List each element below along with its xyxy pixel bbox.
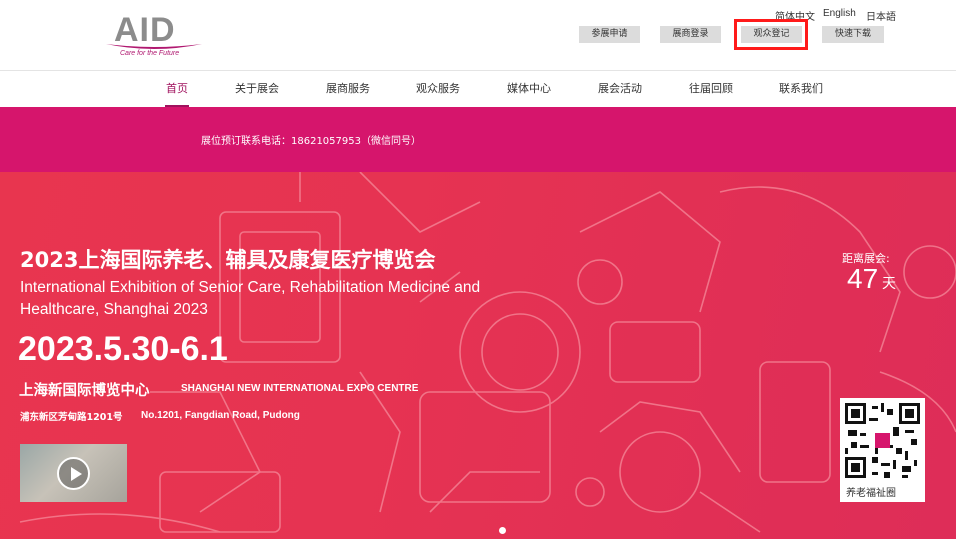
exhibitor-apply-button[interactable]: 参展申请	[579, 26, 640, 43]
logo-tagline: Care for the Future	[120, 50, 180, 57]
venue-cn: 上海新国际博览中心	[19, 383, 150, 399]
nav-past-review[interactable]: 往届回顾	[689, 80, 733, 96]
nav-home[interactable]: 首页	[166, 80, 188, 96]
site-header: AID Care for the Future 简体中文 English 日本語…	[0, 0, 956, 70]
exhibition-title-en: International Exhibition of Senior Care,…	[20, 279, 481, 318]
address-cn: 浦东新区芳甸路1201号	[20, 412, 123, 423]
countdown-days: 47	[847, 263, 879, 294]
qr-caption: 养老福祉圈	[846, 488, 896, 499]
contact-banner: 展位预订联系电话：18621057953（微信同号）	[0, 107, 956, 172]
exhibitor-login-button[interactable]: 展商登录	[660, 26, 721, 43]
slider-dot[interactable]	[499, 527, 506, 534]
lang-english[interactable]: English	[823, 8, 856, 19]
highlight-box	[734, 19, 808, 50]
play-icon[interactable]	[57, 457, 90, 490]
qr-code-icon	[845, 403, 920, 478]
aid-logo[interactable]: AID Care for the Future	[104, 12, 204, 58]
quick-download-button[interactable]: 快速下载	[822, 26, 884, 43]
lang-japanese[interactable]: 日本語	[866, 8, 896, 23]
nav-events[interactable]: 展会活动	[598, 80, 642, 96]
nav-exhibitor-services[interactable]: 展商服务	[326, 80, 370, 96]
wechat-qr-card: 养老福祉圈	[840, 398, 925, 502]
main-nav: 首页 关于展会 展商服务 观众服务 媒体中心 展会活动 往届回顾 联系我们	[0, 70, 956, 107]
exhibition-title-cn: 2023上海国际养老、辅具及康复医疗博览会	[20, 248, 436, 272]
exhibition-dates: 2023.5.30-6.1	[18, 330, 228, 368]
nav-media-center[interactable]: 媒体中心	[507, 80, 551, 96]
address-en: No.1201, Fangdian Road, Pudong	[141, 410, 300, 421]
venue-en: SHANGHAI NEW INTERNATIONAL EXPO CENTRE	[181, 383, 419, 394]
hero-slide: 2023上海国际养老、辅具及康复医疗博览会 International Exhi…	[0, 172, 956, 539]
nav-about[interactable]: 关于展会	[235, 80, 279, 96]
booking-phone-text: 展位预订联系电话：18621057953（微信同号）	[201, 136, 421, 147]
nav-visitor-services[interactable]: 观众服务	[416, 80, 460, 96]
countdown-unit: 天	[882, 276, 896, 292]
nav-contact[interactable]: 联系我们	[779, 80, 823, 96]
promo-video-thumbnail[interactable]	[20, 444, 127, 502]
